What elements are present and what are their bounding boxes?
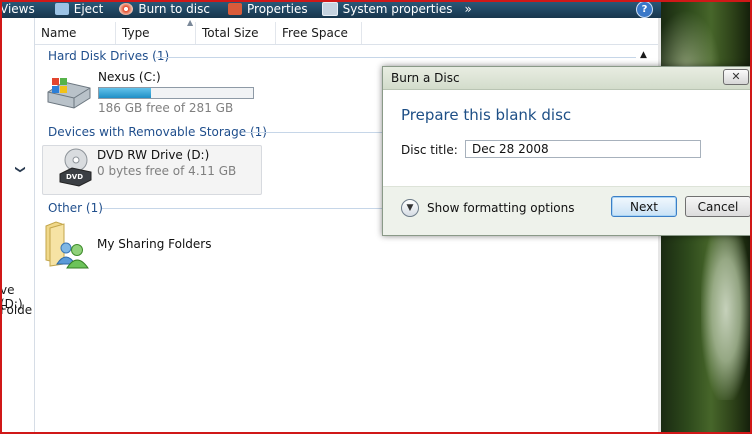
wallpaper-highlight [701, 220, 751, 400]
computer-icon [321, 2, 338, 16]
hard-drive-icon [47, 78, 91, 109]
eject-icon [54, 3, 69, 15]
dialog-titlebar[interactable]: Burn a Disc ✕ [383, 67, 752, 90]
drive-free-space: 0 bytes free of 4.11 GB [97, 164, 237, 178]
checkmark-icon [228, 3, 242, 15]
svg-text:DVD: DVD [66, 173, 83, 181]
drive-dvd[interactable]: DVD DVD RW Drive (D:) 0 bytes free of 4.… [58, 148, 236, 188]
drive-name: DVD RW Drive (D:) [97, 148, 210, 162]
properties-button[interactable]: Properties [222, 0, 314, 18]
sharing-folders-label: My Sharing Folders [97, 237, 212, 251]
disc-title-label: Disc title: [401, 143, 458, 157]
system-properties-button[interactable]: System properties [316, 0, 459, 18]
group-header-hdd[interactable]: Hard Disk Drives (1) [48, 49, 169, 63]
command-bar: Views Eject Burn to disc Properties Syst… [0, 0, 661, 18]
column-free-space[interactable]: Free Space [276, 22, 362, 44]
show-formatting-options[interactable]: ▼ Show formatting options [401, 199, 575, 217]
eject-button[interactable]: Eject [49, 0, 110, 18]
views-button[interactable]: Views [0, 0, 41, 18]
dvd-drive-icon: DVD [59, 148, 92, 187]
burn-disc-dialog: Burn a Disc ✕ Prepare this blank disc Di… [382, 66, 752, 236]
burn-disc-icon [119, 3, 134, 15]
group-header-removable[interactable]: Devices with Removable Storage (1) [48, 125, 267, 139]
dialog-heading: Prepare this blank disc [401, 106, 572, 124]
group-divider [156, 57, 636, 58]
group-header-other[interactable]: Other (1) [48, 201, 103, 215]
nav-item-folder[interactable]: Folde [0, 303, 32, 317]
drive-name: Nexus (C:) [98, 70, 161, 84]
sharing-folders[interactable]: My Sharing Folders [44, 220, 212, 270]
sort-caret-icon: ▲ [187, 18, 194, 27]
column-header: Name Type ▲ Total Size Free Space [35, 18, 661, 45]
show-formatting-label: Show formatting options [427, 201, 575, 215]
chevron-down-icon: ▼ [401, 199, 419, 217]
disc-title-input[interactable] [465, 140, 701, 158]
column-type[interactable]: Type [116, 22, 196, 44]
more-commands-button[interactable]: » [458, 0, 477, 18]
column-total-size[interactable]: Total Size [196, 22, 276, 44]
dialog-body: Prepare this blank disc Disc title: [383, 90, 752, 186]
group-divider [102, 208, 382, 209]
help-icon[interactable]: ? [636, 1, 653, 18]
navigation-pane: ❯ ve (D:) Folde [0, 18, 35, 434]
drive-nexus[interactable]: Nexus (C:) 186 GB free of 281 GB [44, 70, 254, 115]
dialog-footer: ▼ Show formatting options Next Cancel [383, 186, 752, 235]
drive-usage-bar [98, 87, 254, 99]
close-button[interactable]: ✕ [723, 69, 749, 85]
dialog-title: Burn a Disc [391, 71, 460, 85]
burn-to-disc-button[interactable]: Burn to disc [113, 0, 216, 18]
next-button[interactable]: Next [611, 196, 677, 217]
collapse-group-icon[interactable]: ▲ [640, 50, 647, 60]
column-name[interactable]: Name [35, 22, 116, 44]
drive-free-space: 186 GB free of 281 GB [98, 101, 234, 115]
chevron-down-icon[interactable]: ❯ [15, 165, 26, 173]
group-divider [242, 132, 382, 133]
shared-folder-users-icon [45, 221, 89, 269]
drive-usage-fill [99, 88, 152, 98]
cancel-button[interactable]: Cancel [685, 196, 751, 217]
